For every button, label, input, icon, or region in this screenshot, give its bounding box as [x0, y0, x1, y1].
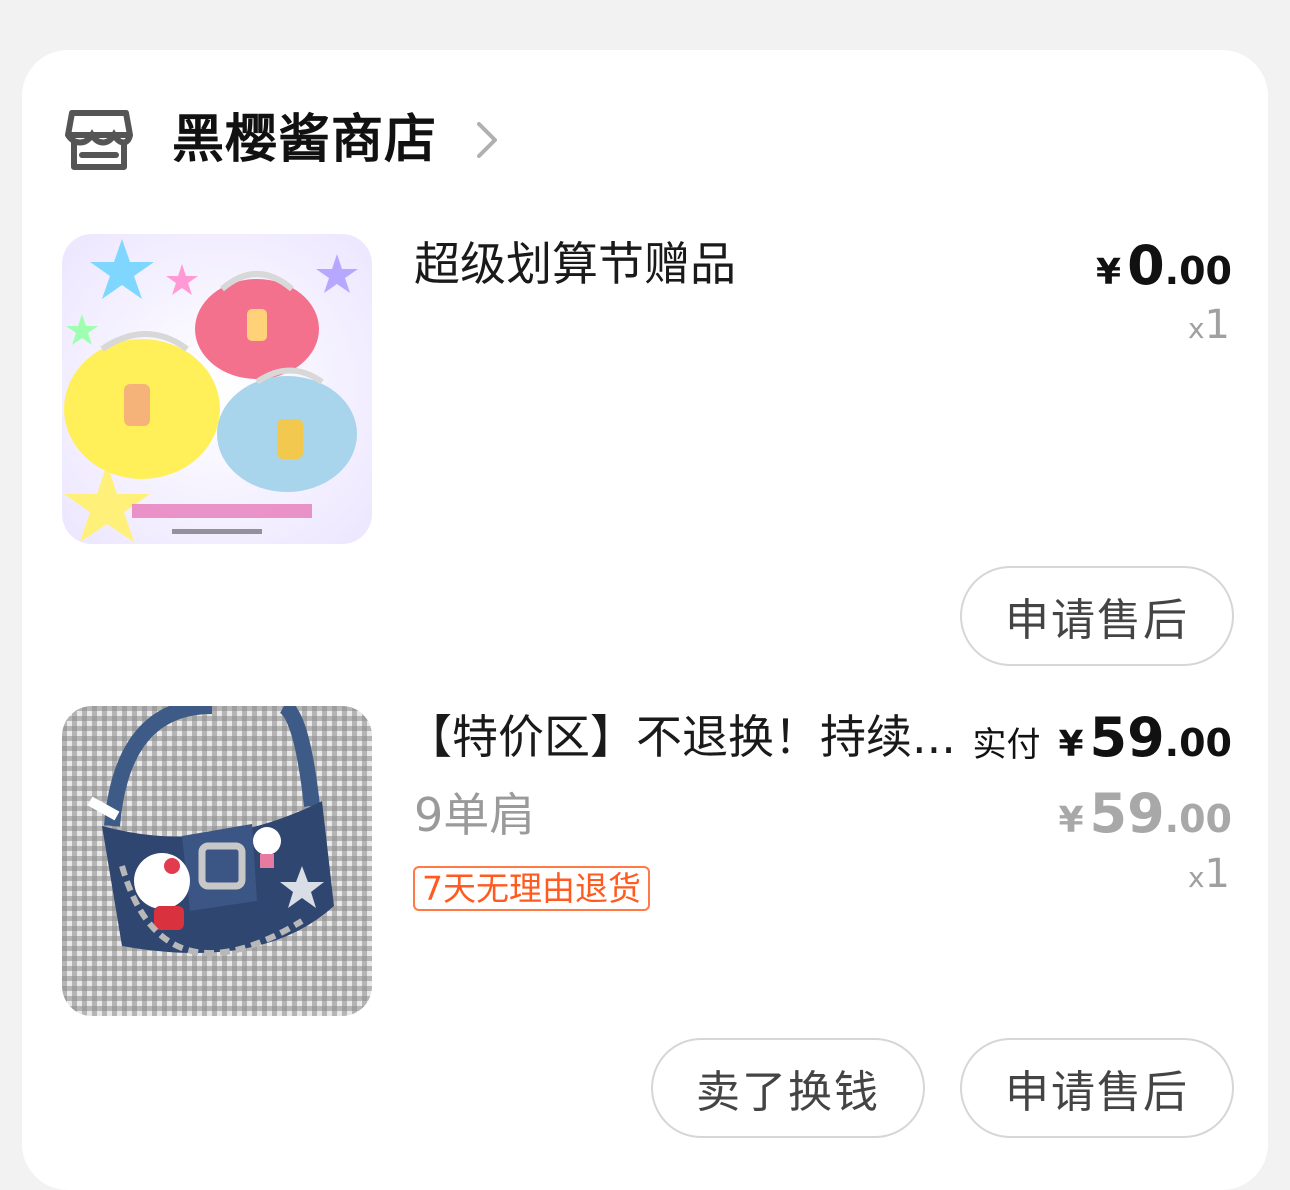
shop-name: 黑樱酱商店: [172, 110, 438, 170]
qty-number: 1: [1204, 851, 1230, 897]
qty-number: 1: [1204, 302, 1230, 348]
price-decimal: .00: [1164, 249, 1232, 293]
return-policy-tag: 7天无理由退货: [413, 866, 650, 911]
resell-button[interactable]: 卖了换钱: [651, 1038, 925, 1138]
product-image-bag[interactable]: [62, 706, 372, 1016]
qty-prefix: x: [1187, 312, 1205, 345]
shop-header[interactable]: 黑樱酱商店: [64, 100, 499, 180]
currency-symbol: ¥: [1096, 252, 1122, 293]
price-integer: 59: [1089, 706, 1165, 769]
price-integer: 0: [1127, 234, 1165, 297]
product-qty-2: x 1: [1188, 851, 1230, 897]
store-icon: [65, 110, 133, 170]
after-sale-button-2[interactable]: 申请售后: [960, 1038, 1234, 1138]
currency-symbol: ¥: [1058, 724, 1084, 765]
product-price-1: ¥ 0 .00: [1096, 234, 1232, 297]
product-spec-2: 9单肩: [414, 788, 536, 842]
paid-label: 实付: [972, 725, 1041, 765]
product-image-purses[interactable]: [62, 234, 372, 544]
product-qty-1: x 1: [1188, 302, 1230, 348]
price-decimal: .00: [1164, 721, 1232, 765]
product-original-price-2: ¥ 59 .00: [1058, 782, 1232, 845]
product-title-1[interactable]: 超级划算节赠品: [414, 241, 736, 287]
fluffy-purses-image: [62, 234, 372, 544]
price-decimal: .00: [1164, 797, 1232, 841]
after-sale-button-1[interactable]: 申请售后: [960, 566, 1234, 666]
price-integer: 59: [1089, 782, 1165, 845]
qty-prefix: x: [1187, 861, 1205, 894]
denim-bag-image: [62, 706, 372, 1016]
product-title-2[interactable]: 【特价区】不退换！持续...: [406, 714, 956, 760]
chevron-right-icon: [477, 122, 498, 158]
product-price-2: 实付 ¥ 59 .00: [972, 706, 1232, 769]
currency-symbol: ¥: [1058, 800, 1084, 841]
